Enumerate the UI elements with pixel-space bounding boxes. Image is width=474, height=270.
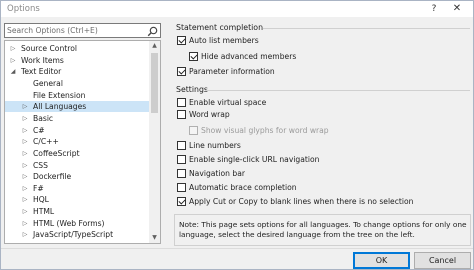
tree-scrollbar[interactable]: ▲ ▼ xyxy=(149,41,160,243)
checkbox-box[interactable] xyxy=(177,183,186,192)
tree-item-label: JavaScript/TypeScript xyxy=(33,230,114,240)
checkbox-label: Show visual glyphs for word wrap xyxy=(201,126,329,135)
checkbox-box[interactable] xyxy=(189,126,198,135)
checkbox-label: Enable virtual space xyxy=(189,98,267,107)
scrollbar-thumb[interactable] xyxy=(151,53,158,113)
tree-item[interactable]: ▷ CSS xyxy=(5,160,150,171)
checkbox-box[interactable] xyxy=(177,197,186,206)
tree-item[interactable]: ▷ C/C++ xyxy=(5,136,150,147)
collapsed-arrow-icon[interactable]: ▷ xyxy=(21,218,29,229)
checkbox-label: Word wrap xyxy=(189,110,230,119)
tree-item-label: C/C++ xyxy=(33,137,59,147)
title-bar: Options ? ✕ xyxy=(1,1,473,17)
note-box: Note: This page sets options for all lan… xyxy=(174,214,471,246)
collapsed-arrow-icon[interactable]: ▷ xyxy=(21,101,29,112)
tree-item[interactable]: ▷ Source Control xyxy=(5,43,150,54)
collapsed-arrow-icon[interactable]: ▷ xyxy=(21,113,29,124)
checkbox-box[interactable] xyxy=(177,67,186,76)
tree-item-label: Text Editor xyxy=(21,67,62,77)
tree-item[interactable]: ▷ HTML (Web Forms) xyxy=(5,218,150,229)
ok-button[interactable]: OK xyxy=(353,252,410,269)
footer-divider xyxy=(1,248,473,249)
section-divider xyxy=(205,90,470,91)
search-options-input[interactable]: Search Options (Ctrl+E) xyxy=(4,23,161,38)
checkbox-box[interactable] xyxy=(177,141,186,150)
collapsed-arrow-icon[interactable]: ▷ xyxy=(21,183,29,194)
tree-item-label: C# xyxy=(33,125,45,135)
checkbox-label: Parameter information xyxy=(189,67,275,76)
checkbox-box[interactable] xyxy=(189,52,198,61)
tree-item-label: CSS xyxy=(33,160,48,170)
collapsed-arrow-icon[interactable]: ▷ xyxy=(9,43,17,54)
tree-item[interactable]: ▷ All Languages xyxy=(5,101,150,113)
settings-heading: Settings xyxy=(176,85,208,94)
scroll-down-icon[interactable]: ▼ xyxy=(149,233,160,243)
tree-item[interactable]: ▷ JavaScript/TypeScript xyxy=(5,229,150,240)
tree-item-label: Work Items xyxy=(21,55,64,65)
checkbox-box[interactable] xyxy=(177,169,186,178)
scroll-up-icon[interactable]: ▲ xyxy=(149,41,160,51)
options-tree[interactable]: ▷ Source Control ▷ Work Items ◢ Text Editor Ge… xyxy=(4,40,161,244)
tree-item[interactable]: ▷ CoffeeScript xyxy=(5,148,150,159)
tree-item-label: Source Control xyxy=(21,44,77,53)
tree-item[interactable]: ▷ Basic xyxy=(5,113,150,124)
tree-item-label: General xyxy=(33,78,63,88)
tree-item-label: Dockerfile xyxy=(33,172,72,182)
collapsed-arrow-icon[interactable]: ▷ xyxy=(21,160,29,171)
tree-item-label: Basic xyxy=(33,113,54,123)
tree-item[interactable]: ▷ HTML xyxy=(5,206,150,217)
options-dialog: Options ? ✕ Search Options (Ctrl+E) ▷ Sou… xyxy=(0,0,474,270)
checkbox-label: Apply Cut or Copy to blank lines when th… xyxy=(189,197,414,206)
note-text: Note: This page sets options for all lan… xyxy=(179,220,467,239)
search-icon[interactable] xyxy=(147,26,158,37)
expanded-arrow-icon[interactable]: ◢ xyxy=(9,66,17,77)
tree-item[interactable]: General xyxy=(5,78,150,89)
tree-item-label: All Languages xyxy=(33,102,87,112)
tree-item[interactable]: ▷ HQL xyxy=(5,194,150,205)
tree-item[interactable]: ◢ Text Editor xyxy=(5,66,150,77)
collapsed-arrow-icon[interactable]: ▷ xyxy=(21,206,29,217)
checkbox-label: Automatic brace completion xyxy=(189,183,297,192)
help-button[interactable]: ? xyxy=(425,2,443,16)
section-divider xyxy=(263,28,470,29)
tree-item[interactable]: File Extension xyxy=(5,90,150,101)
tree-item-label: CoffeeScript xyxy=(33,148,80,158)
tree-item-label: File Extension xyxy=(33,90,86,100)
collapsed-arrow-icon[interactable]: ▷ xyxy=(21,194,29,205)
tree-item-label: HTML xyxy=(33,207,55,217)
checkbox-box[interactable] xyxy=(177,155,186,164)
tree-item-label: HTML (Web Forms) xyxy=(33,218,105,228)
checkbox-label: Line numbers xyxy=(189,141,241,150)
collapsed-arrow-icon[interactable]: ▷ xyxy=(21,229,29,240)
tree-item[interactable]: ▷ C# xyxy=(5,125,150,136)
collapsed-arrow-icon[interactable]: ▷ xyxy=(21,136,29,147)
statement-completion-heading: Statement completion xyxy=(176,23,264,32)
search-placeholder: Search Options (Ctrl+E) xyxy=(7,26,98,35)
tree-item[interactable]: ▷ Dockerfile xyxy=(5,171,150,182)
collapsed-arrow-icon[interactable]: ▷ xyxy=(21,148,29,159)
tree-item[interactable]: ▷ F# xyxy=(5,183,150,194)
checkbox-label: Navigation bar xyxy=(189,169,245,178)
window-title: Options xyxy=(7,4,40,14)
checkbox-box[interactable] xyxy=(177,36,186,45)
tree-item[interactable]: ▷ Work Items xyxy=(5,55,150,66)
checkbox-label: Auto list members xyxy=(189,36,259,45)
collapsed-arrow-icon[interactable]: ▷ xyxy=(21,125,29,136)
checkbox-label: Enable single-click URL navigation xyxy=(189,155,320,164)
tree-item-label: F# xyxy=(33,183,44,193)
checkbox-box[interactable] xyxy=(177,98,186,107)
collapsed-arrow-icon[interactable]: ▷ xyxy=(9,55,17,66)
checkbox-label: Hide advanced members xyxy=(201,52,297,61)
tree-item-label: HQL xyxy=(33,195,49,205)
checkbox-box[interactable] xyxy=(177,110,186,119)
close-button[interactable]: ✕ xyxy=(445,2,469,16)
collapsed-arrow-icon[interactable]: ▷ xyxy=(21,171,29,182)
cancel-button[interactable]: Cancel xyxy=(414,252,471,269)
